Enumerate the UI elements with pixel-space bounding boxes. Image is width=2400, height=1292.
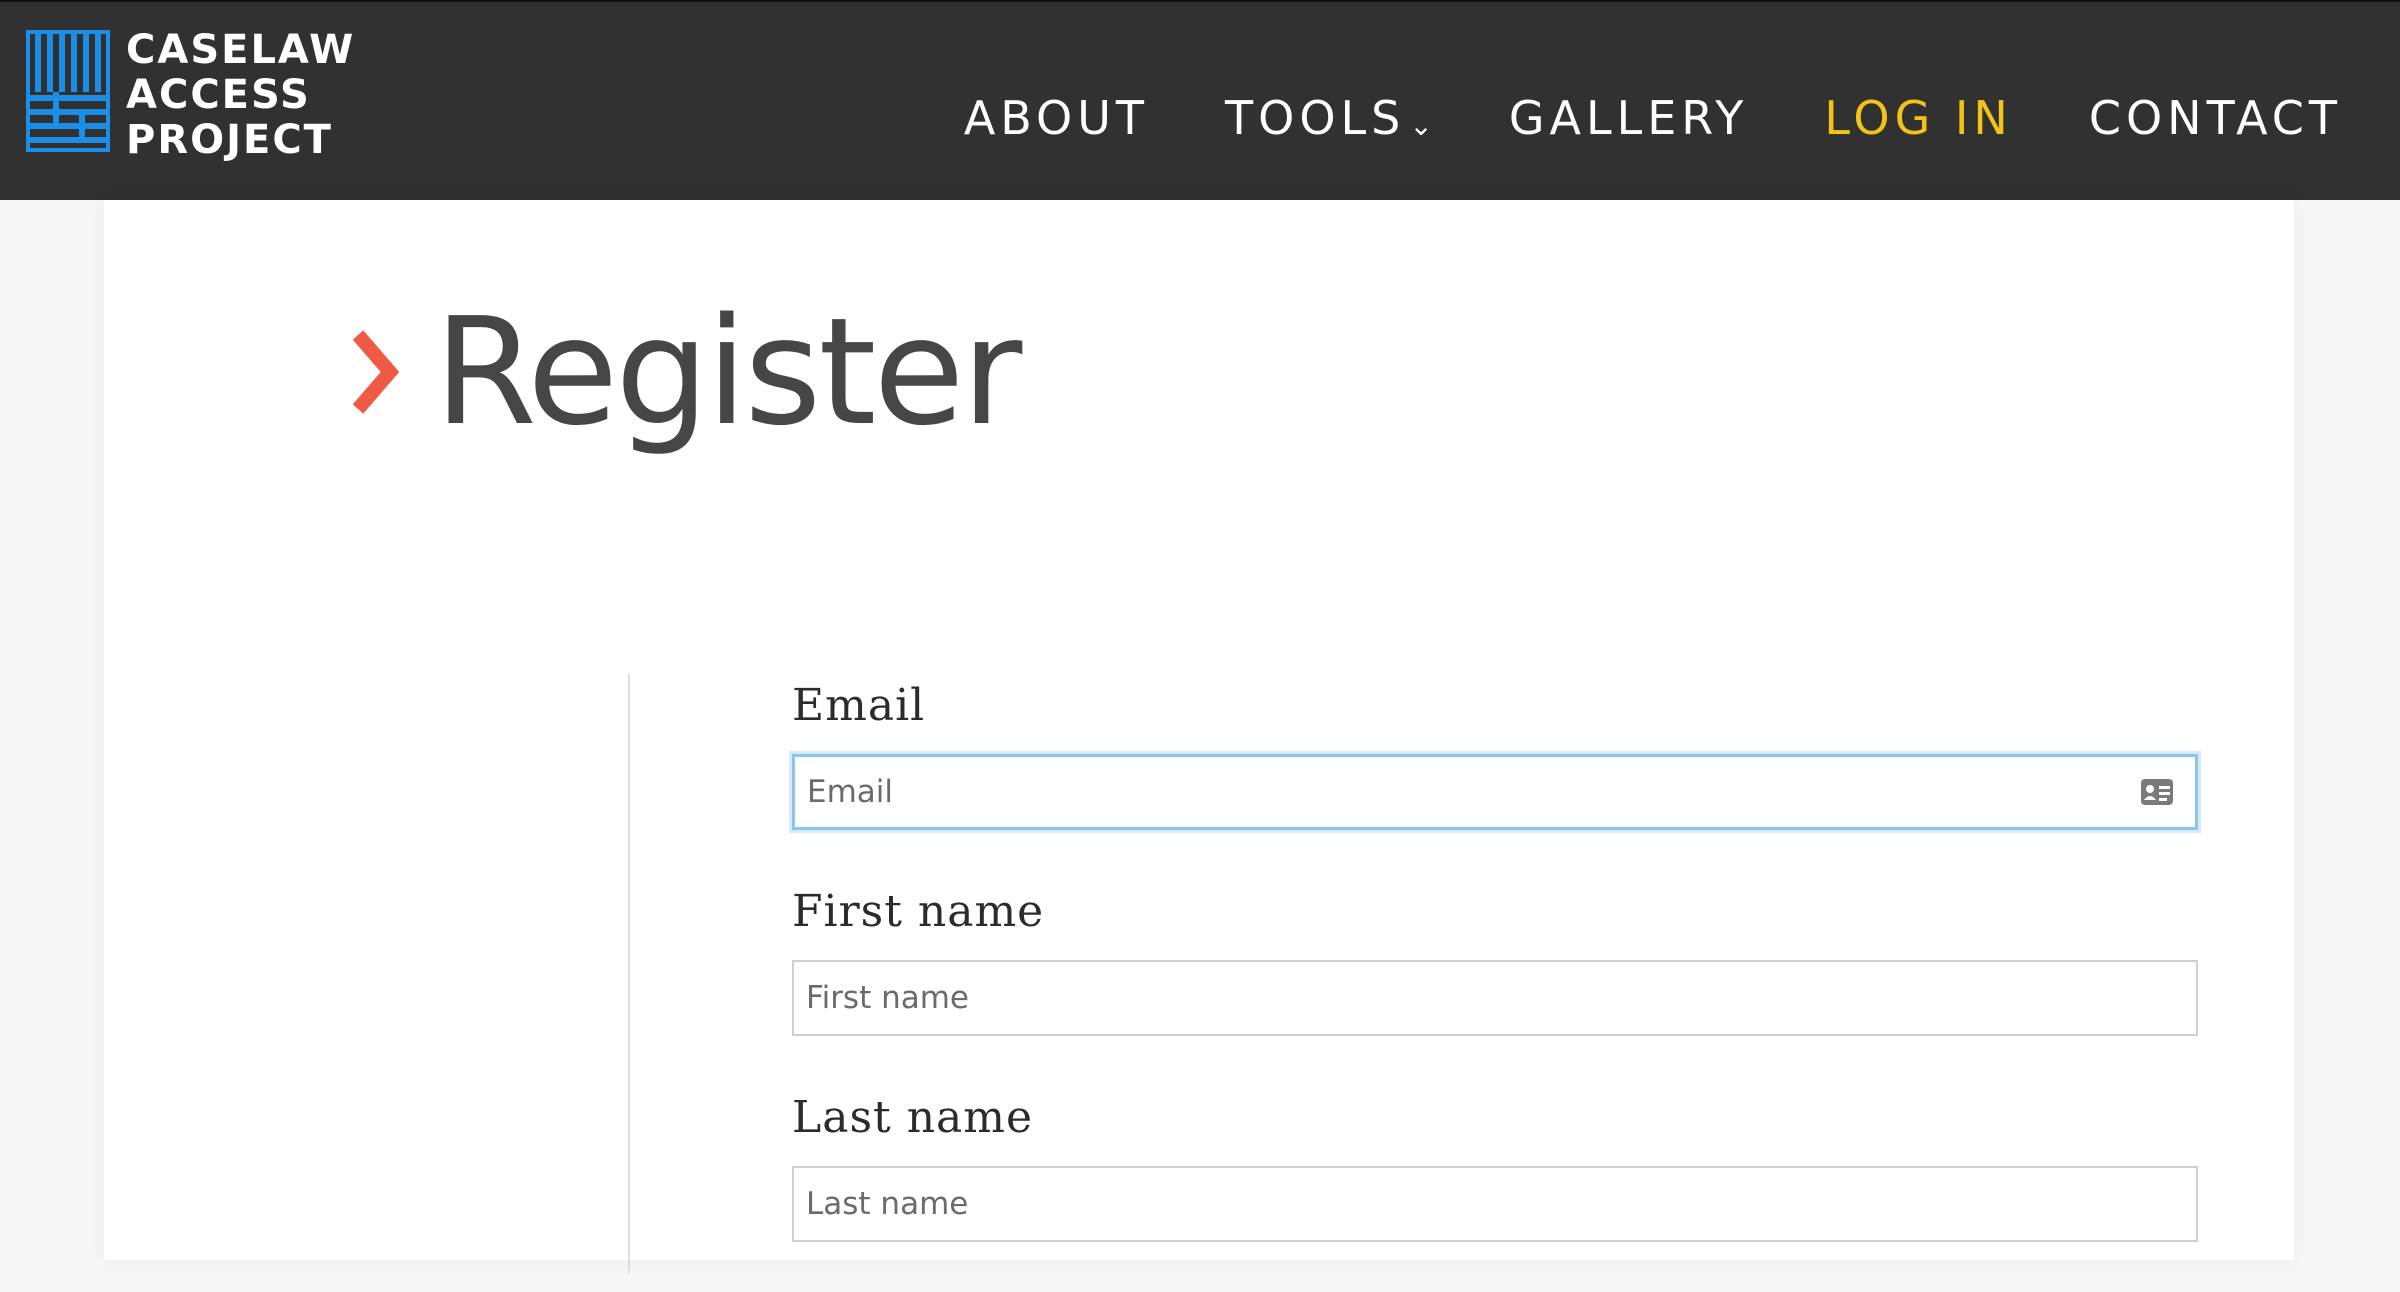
logo-line-2: ACCESS	[126, 72, 311, 118]
nav-about-label: ABOUT	[963, 91, 1150, 145]
first-name-label: First name	[792, 886, 1045, 937]
nav-gallery[interactable]: GALLERY	[1509, 88, 1749, 148]
caselaw-logo-icon	[26, 30, 110, 152]
last-name-label: Last name	[792, 1092, 1034, 1143]
page-heading: Register	[344, 286, 1022, 458]
nav-contact-label: CONTACT	[2088, 91, 2342, 145]
email-field-wrapper	[792, 754, 2198, 830]
last-name-field[interactable]	[792, 1166, 2198, 1242]
email-field[interactable]	[792, 754, 2198, 830]
nav-contact[interactable]: CONTACT	[2089, 88, 2342, 148]
logo-text: CASELAW ACCESS PROJECT	[126, 28, 355, 163]
logo-line-1: CASELAW	[126, 27, 356, 73]
nav-tools-label: TOOLS	[1225, 91, 1406, 145]
nav-log-in-label: LOG IN	[1824, 91, 2013, 145]
nav-log-in[interactable]: LOG IN	[1824, 88, 2012, 148]
nav-about[interactable]: ABOUT	[964, 88, 1149, 148]
first-name-field-wrapper	[792, 960, 2198, 1036]
chevron-down-icon: ⌄	[1409, 109, 1433, 142]
main-content-card: Register Email First name Last name	[104, 200, 2294, 1274]
first-name-field[interactable]	[792, 960, 2198, 1036]
register-form: Email First name Last name	[792, 674, 2198, 1292]
last-name-field-wrapper	[792, 1166, 2198, 1242]
vertical-divider	[628, 674, 630, 1274]
nav-gallery-label: GALLERY	[1508, 91, 1749, 145]
logo-line-3: PROJECT	[126, 117, 333, 163]
nav-tools[interactable]: TOOLS ⌄	[1225, 80, 1433, 156]
main-nav: ABOUT TOOLS ⌄ GALLERY LOG IN CONTACT	[888, 80, 2342, 156]
email-label: Email	[792, 680, 926, 731]
chevron-right-diamond-icon	[352, 330, 400, 414]
page-title: Register	[434, 286, 1022, 458]
contact-card-icon[interactable]	[2140, 776, 2174, 808]
site-header: CASELAW ACCESS PROJECT ABOUT TOOLS ⌄ GAL…	[0, 0, 2400, 200]
site-logo[interactable]: CASELAW ACCESS PROJECT	[26, 28, 355, 163]
